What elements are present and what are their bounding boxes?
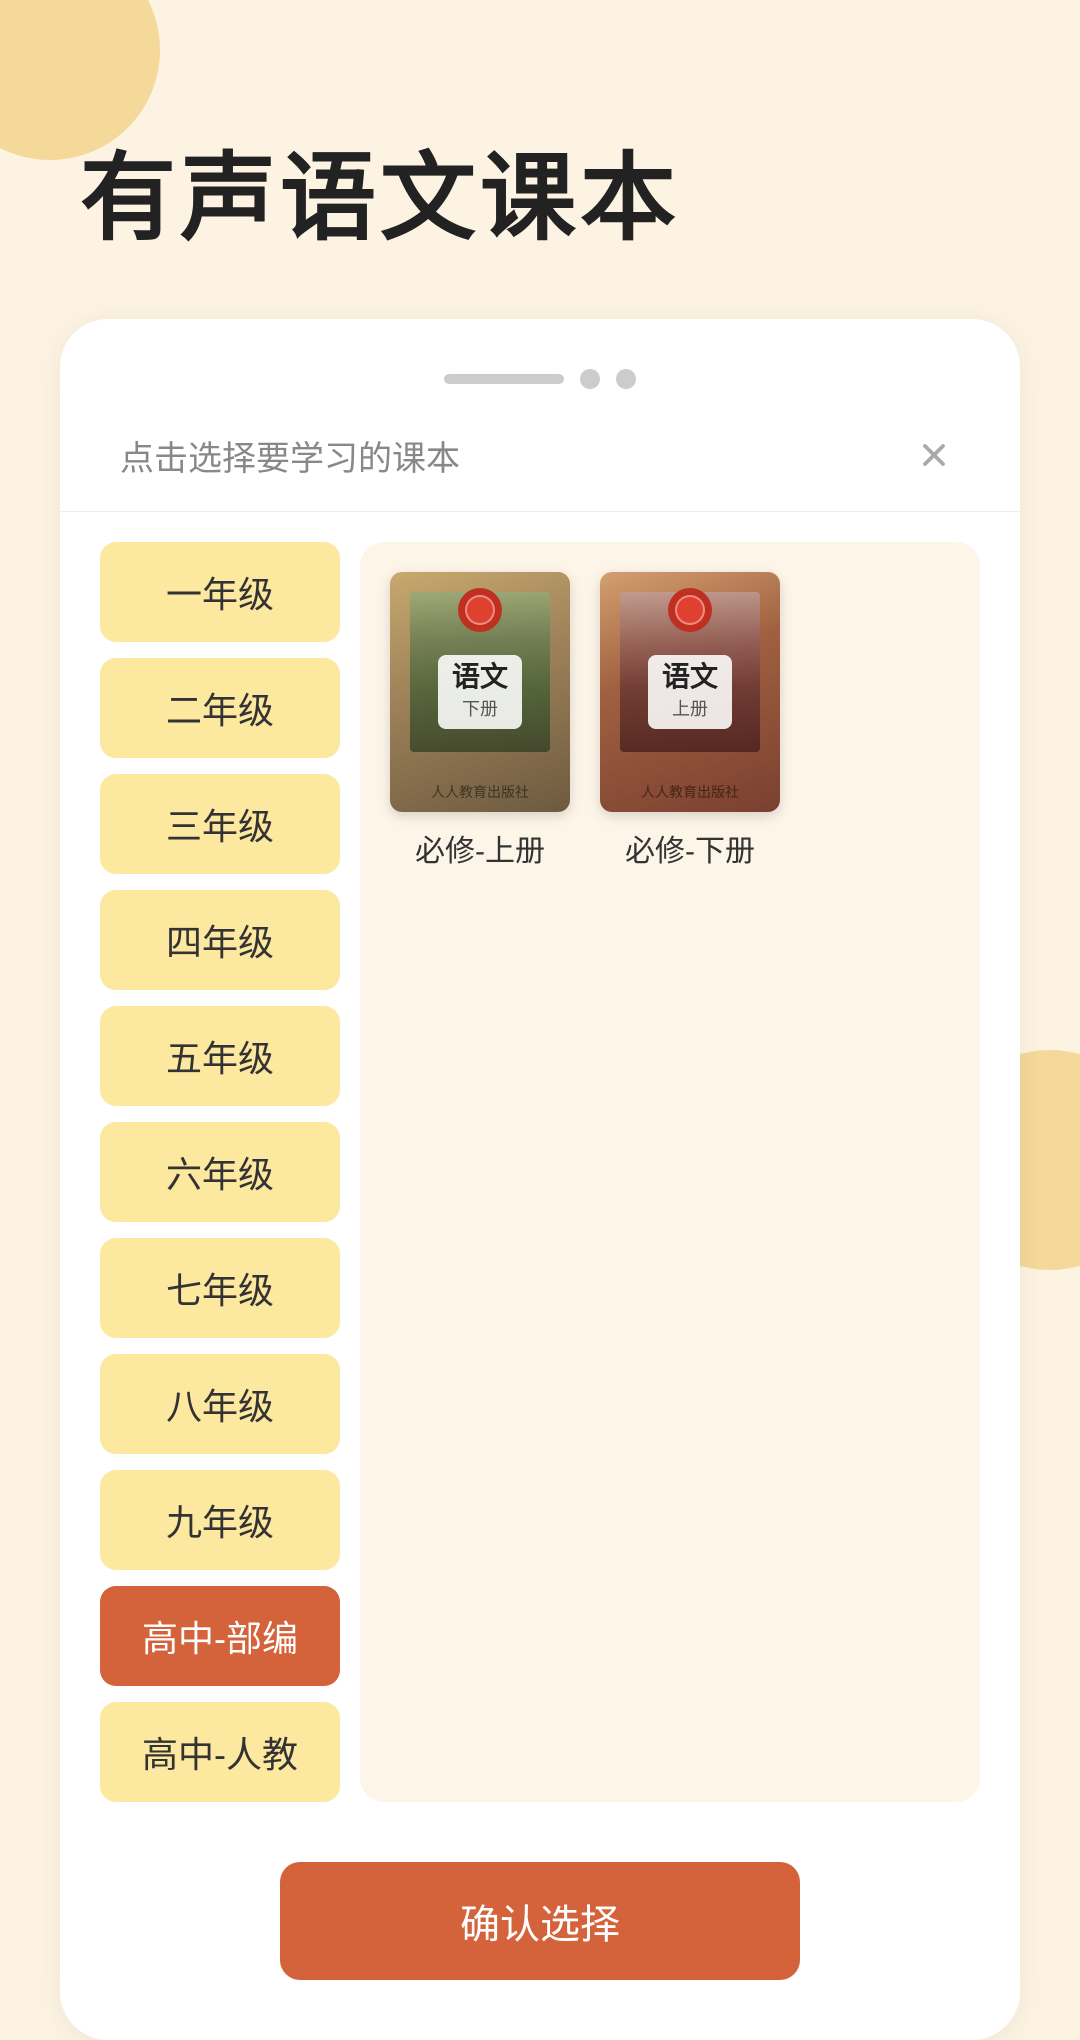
close-button[interactable] xyxy=(908,429,960,481)
grade-item-3[interactable]: 三年级 xyxy=(100,774,340,874)
topbar-dot-1 xyxy=(580,369,600,389)
book-label-sub-upper: 下册 xyxy=(452,695,508,721)
book-label-title-upper: 语文 xyxy=(452,663,508,691)
grade-item-9[interactable]: 九年级 xyxy=(100,1470,340,1570)
book-cover-painting-upper: 语文 下册 人人教育出版社 xyxy=(390,572,570,812)
grade-item-6[interactable]: 六年级 xyxy=(100,1122,340,1222)
grade-item-7[interactable]: 七年级 xyxy=(100,1238,340,1338)
page-title: 有声语文课本 xyxy=(0,0,1080,319)
confirm-button[interactable]: 确认选择 xyxy=(280,1862,800,1980)
grade-item-4[interactable]: 四年级 xyxy=(100,890,340,990)
book-seal-inner-upper xyxy=(465,595,495,625)
book-label-lower: 语文 上册 xyxy=(648,655,732,729)
grade-item-high-bubian[interactable]: 高中-部编 xyxy=(100,1586,340,1686)
book-seal-inner-lower xyxy=(675,595,705,625)
book-seal-lower xyxy=(668,588,712,632)
content-area: 一年级 二年级 三年级 四年级 五年级 六年级 七年级 八年级 xyxy=(60,512,1020,1842)
books-panel: 语文 下册 人人教育出版社 必修-上册 语文 xyxy=(360,542,980,1802)
book-cover-upper: 语文 下册 人人教育出版社 xyxy=(390,572,570,812)
book-cover-lower: 语文 上册 人人教育出版社 xyxy=(600,572,780,812)
grade-item-8[interactable]: 八年级 xyxy=(100,1354,340,1454)
card-topbar xyxy=(60,359,1020,409)
book-label-sub-lower: 上册 xyxy=(662,695,718,721)
grade-item-2[interactable]: 二年级 xyxy=(100,658,340,758)
bottom-area: 确认选择 xyxy=(60,1842,1020,2040)
book-cover-painting-lower: 语文 上册 人人教育出版社 xyxy=(600,572,780,812)
book-label-upper: 语文 下册 xyxy=(438,655,522,729)
book-seal-upper xyxy=(458,588,502,632)
book-name-lower: 必修-下册 xyxy=(625,826,755,870)
main-card: 点击选择要学习的课本 一年级 二年级 三年级 四年级 五年级 xyxy=(60,319,1020,2040)
topbar-pill xyxy=(444,374,564,384)
topbar-dot-2 xyxy=(616,369,636,389)
grade-list: 一年级 二年级 三年级 四年级 五年级 六年级 七年级 八年级 xyxy=(100,542,340,1802)
book-publisher-upper: 人人教育出版社 xyxy=(390,782,570,802)
grade-item-5[interactable]: 五年级 xyxy=(100,1006,340,1106)
book-item-upper[interactable]: 语文 下册 人人教育出版社 必修-上册 xyxy=(390,572,570,870)
grade-item-high-renjiao[interactable]: 高中-人教 xyxy=(100,1702,340,1802)
subtitle-row: 点击选择要学习的课本 xyxy=(60,409,1020,512)
grade-item-1[interactable]: 一年级 xyxy=(100,542,340,642)
book-item-lower[interactable]: 语文 上册 人人教育出版社 必修-下册 xyxy=(600,572,780,870)
subtitle-text: 点击选择要学习的课本 xyxy=(120,431,460,480)
book-label-title-lower: 语文 xyxy=(662,663,718,691)
book-publisher-lower: 人人教育出版社 xyxy=(600,782,780,802)
book-name-upper: 必修-上册 xyxy=(415,826,545,870)
